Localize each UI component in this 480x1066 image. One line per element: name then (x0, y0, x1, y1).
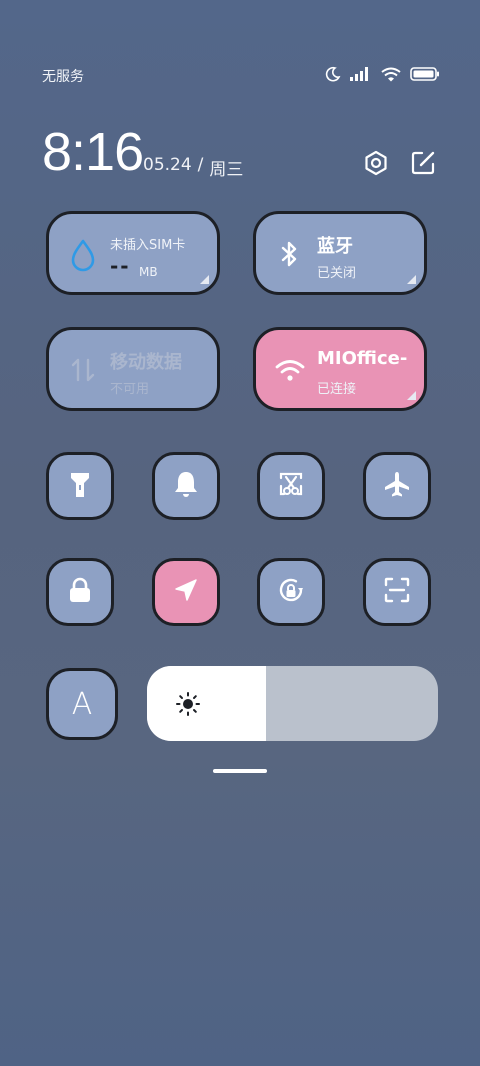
mobile-data-tile[interactable]: 移动数据 不可用 (46, 327, 220, 411)
mobile-data-icon (67, 354, 99, 386)
lock-toggle[interactable] (46, 558, 114, 626)
expand-corner-icon (407, 391, 416, 400)
lock-icon (67, 576, 93, 608)
drag-handle[interactable] (213, 769, 267, 773)
bluetooth-status: 已关闭 (317, 266, 357, 281)
settings-icon[interactable] (363, 150, 389, 176)
ringer-toggle[interactable] (152, 452, 220, 520)
location-toggle[interactable] (152, 558, 220, 626)
expand-corner-icon (200, 275, 209, 284)
wifi-network-name: MIOffice- (317, 348, 408, 369)
date-line: 05.24 / 周三 (143, 155, 243, 180)
date: 05.24 (143, 155, 192, 175)
mobile-data-title: 移动数据 (110, 352, 182, 373)
bluetooth-tile[interactable]: 蓝牙 已关闭 (253, 211, 427, 295)
wifi-icon (274, 354, 306, 386)
clock: 8:16 (42, 122, 144, 182)
flashlight-icon (67, 469, 93, 503)
sun-icon (175, 691, 201, 717)
airplane-icon (382, 469, 412, 503)
airplane-toggle[interactable] (363, 452, 431, 520)
carrier-status: 无服务 (42, 69, 84, 85)
wifi-icon (381, 67, 401, 82)
signal-icon (350, 67, 372, 81)
expand-corner-icon (407, 275, 416, 284)
wifi-status: 已连接 (317, 382, 357, 397)
sim-status: 未插入SIM卡 (110, 238, 186, 253)
auto-brightness-label: A (71, 686, 93, 722)
scissors-icon (276, 469, 306, 503)
water-drop-icon (67, 238, 99, 272)
edit-icon[interactable] (410, 150, 436, 176)
screenshot-toggle[interactable] (257, 452, 325, 520)
rotation-lock-toggle[interactable] (257, 558, 325, 626)
data-unit: MB (139, 265, 158, 279)
brightness-fill (147, 666, 267, 741)
battery-icon (410, 67, 440, 81)
mobile-data-status: 不可用 (110, 382, 150, 397)
weekday: 周三 (209, 160, 244, 180)
bluetooth-title: 蓝牙 (317, 236, 353, 257)
data-value: -- (110, 254, 131, 278)
wifi-tile[interactable]: MIOffice- 已连接 (253, 327, 427, 411)
data-usage-tile[interactable]: 未插入SIM卡 -- MB (46, 211, 220, 295)
bluetooth-icon (274, 238, 306, 270)
scan-icon (382, 575, 412, 609)
status-icons (325, 66, 440, 82)
moon-icon (325, 66, 341, 82)
scanner-toggle[interactable] (363, 558, 431, 626)
rotation-lock-icon (275, 574, 307, 610)
bell-icon (172, 469, 200, 503)
auto-brightness-toggle[interactable]: A (46, 668, 118, 740)
flashlight-toggle[interactable] (46, 452, 114, 520)
location-arrow-icon (172, 576, 200, 608)
date-separator: / (197, 155, 204, 175)
brightness-slider[interactable] (147, 666, 438, 741)
